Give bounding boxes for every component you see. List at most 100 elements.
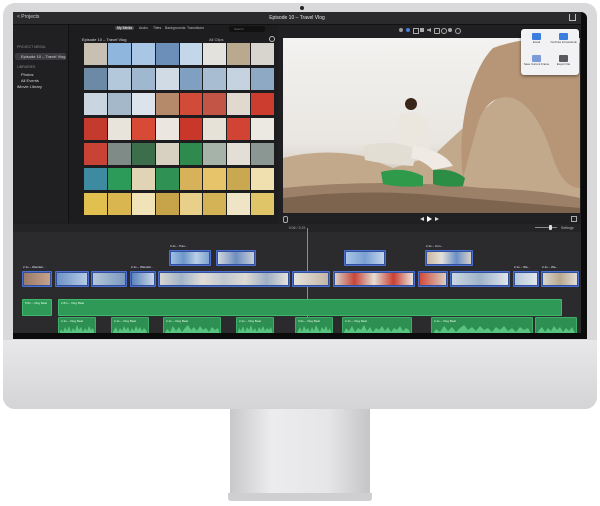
cutaway-clip[interactable] xyxy=(425,250,473,266)
play-icon[interactable] xyxy=(427,216,432,222)
waveform xyxy=(112,326,148,333)
gear-icon[interactable] xyxy=(269,36,275,42)
audio-clip[interactable]: 2.1s – Vlog Beat xyxy=(236,317,274,333)
share-youtube-facebook-button[interactable]: YouTube & Facebook xyxy=(550,31,577,52)
export-file-button[interactable]: Export File xyxy=(550,53,577,74)
zoom-slider-knob[interactable] xyxy=(549,225,552,230)
info-icon[interactable] xyxy=(455,28,461,34)
crop-icon[interactable] xyxy=(413,28,419,34)
tab-backgrounds[interactable]: Backgrounds xyxy=(163,26,187,30)
imac-stand xyxy=(230,409,370,493)
waveform xyxy=(59,325,95,333)
clip-label: 2.1s – Wanderi... xyxy=(23,265,46,269)
cutaway-clip[interactable] xyxy=(344,250,386,266)
video-clip[interactable] xyxy=(55,271,89,287)
waveform xyxy=(297,325,332,333)
libraries-heading: LIBRARIES xyxy=(17,65,36,69)
previous-icon[interactable] xyxy=(420,217,424,221)
noise-reduction-icon[interactable] xyxy=(434,28,440,34)
waveform xyxy=(537,326,575,333)
camera-icon xyxy=(300,6,304,10)
stabilization-icon[interactable] xyxy=(420,28,424,32)
timeline-header: 0:06 / 2:29 Settings xyxy=(13,224,581,232)
sidebar-item-photos[interactable]: Photos xyxy=(21,72,33,77)
video-clip[interactable] xyxy=(333,271,415,287)
waveform xyxy=(343,325,411,333)
imovie-window: < Projects Episode 10 – Travel Vlog PROJ… xyxy=(13,12,581,333)
video-clip[interactable] xyxy=(418,271,448,287)
timecode: 0:06 / 2:29 xyxy=(288,226,306,230)
window-toolbar: < Projects Episode 10 – Travel Vlog xyxy=(13,12,581,25)
video-clip[interactable] xyxy=(513,271,539,287)
audio-clip[interactable]: 2.1s – Vlog Beat xyxy=(342,317,412,333)
fullscreen-icon[interactable] xyxy=(571,216,577,222)
waveform xyxy=(165,325,220,333)
audio-clip[interactable] xyxy=(535,317,577,333)
video-clip[interactable] xyxy=(541,271,579,287)
video-clip[interactable] xyxy=(450,271,510,287)
tab-titles[interactable]: Titles xyxy=(151,26,163,30)
color-balance-icon[interactable] xyxy=(399,28,403,32)
tab-audio[interactable]: Audio xyxy=(137,26,150,30)
frame-icon xyxy=(532,55,541,62)
audio-clip[interactable]: 2.1s – Vlog Beat xyxy=(431,317,533,333)
window-title: Episode 10 – Travel Vlog xyxy=(269,15,325,21)
music-label: 1.8m – Vlog Beat xyxy=(61,301,85,305)
cutaway-clip[interactable] xyxy=(216,250,256,266)
audio-clip[interactable]: 3.0s – Vlog Beat xyxy=(295,317,333,333)
clip-strip[interactable] xyxy=(84,43,274,65)
sidebar-item-all-events[interactable]: All Events xyxy=(21,78,39,83)
video-clip[interactable] xyxy=(130,271,156,287)
project-media-heading: PROJECT MEDIA xyxy=(17,45,46,49)
video-clip[interactable] xyxy=(158,271,290,287)
timeline: 0:06 / 2:29 Settings 3.1s – Trav... 2.1s… xyxy=(13,224,581,333)
search-placeholder: Search xyxy=(234,27,244,31)
libraries-sidebar: PROJECT MEDIA Episode 10 – Travel Vlog L… xyxy=(13,25,69,223)
clip-strip[interactable] xyxy=(84,143,274,165)
file-icon xyxy=(559,55,568,62)
timeline-settings-button[interactable]: Settings xyxy=(561,226,574,230)
audio-clip[interactable]: 2.1s – Vlog Beat xyxy=(58,317,96,333)
audio-clip[interactable]: 2.1s – Vlog Beat xyxy=(111,317,149,333)
audio-clip[interactable]: 2.1s – Vlog Beat xyxy=(163,317,221,333)
tab-transitions[interactable]: Transitions xyxy=(185,26,206,30)
playback-controls xyxy=(279,215,581,223)
video-clip[interactable] xyxy=(91,271,127,287)
music-track[interactable]: 1.8m – Vlog Beat xyxy=(58,299,562,316)
speed-icon[interactable] xyxy=(441,28,447,34)
clip-strip[interactable] xyxy=(84,193,274,215)
cutaway-clip[interactable] xyxy=(169,250,211,266)
clip-label: 2.1s – Wa... xyxy=(514,265,530,269)
filter-icon[interactable] xyxy=(448,28,452,32)
clip-strip[interactable] xyxy=(84,93,274,115)
video-clip[interactable] xyxy=(22,271,52,287)
sidebar-item-imovie-library[interactable]: iMovie Library xyxy=(17,84,42,89)
music-label: 5.5s – Vlog Beat xyxy=(25,301,48,305)
clip-strip[interactable] xyxy=(84,118,274,140)
color-correction-icon[interactable] xyxy=(406,28,410,32)
save-current-frame-button[interactable]: Save Current Frame xyxy=(523,53,550,74)
imac-foot xyxy=(228,493,372,501)
video-clip[interactable] xyxy=(292,271,330,287)
imac-chin xyxy=(3,340,597,409)
zoom-slider[interactable] xyxy=(535,227,557,228)
share-icon[interactable] xyxy=(569,14,576,21)
share-email-button[interactable]: Email xyxy=(523,31,550,52)
clip-label: 2.1s – Wanderi... xyxy=(131,265,154,269)
next-icon[interactable] xyxy=(435,217,439,221)
share-popover: Email YouTube & Facebook Save Current Fr… xyxy=(521,29,579,75)
microphone-icon[interactable] xyxy=(283,216,288,223)
clip-strip[interactable] xyxy=(84,68,274,90)
browser-episode-label: Episode 10 – Travel Vlog xyxy=(82,37,127,42)
music-track[interactable]: 5.5s – Vlog Beat xyxy=(22,299,52,316)
waveform xyxy=(433,325,531,333)
tab-my-media[interactable]: My Media xyxy=(115,26,135,30)
clip-label: 3.1s – Trav... xyxy=(170,244,188,248)
sidebar-item-project[interactable]: Episode 10 – Travel Vlog xyxy=(21,54,65,59)
volume-icon[interactable] xyxy=(427,28,431,32)
clip-label: 2.1s – Wa... xyxy=(542,265,558,269)
search-input[interactable]: Search xyxy=(229,26,265,32)
waveform xyxy=(237,325,273,333)
all-clips-filter[interactable]: All Clips xyxy=(209,37,223,42)
clip-strip[interactable] xyxy=(84,168,274,190)
